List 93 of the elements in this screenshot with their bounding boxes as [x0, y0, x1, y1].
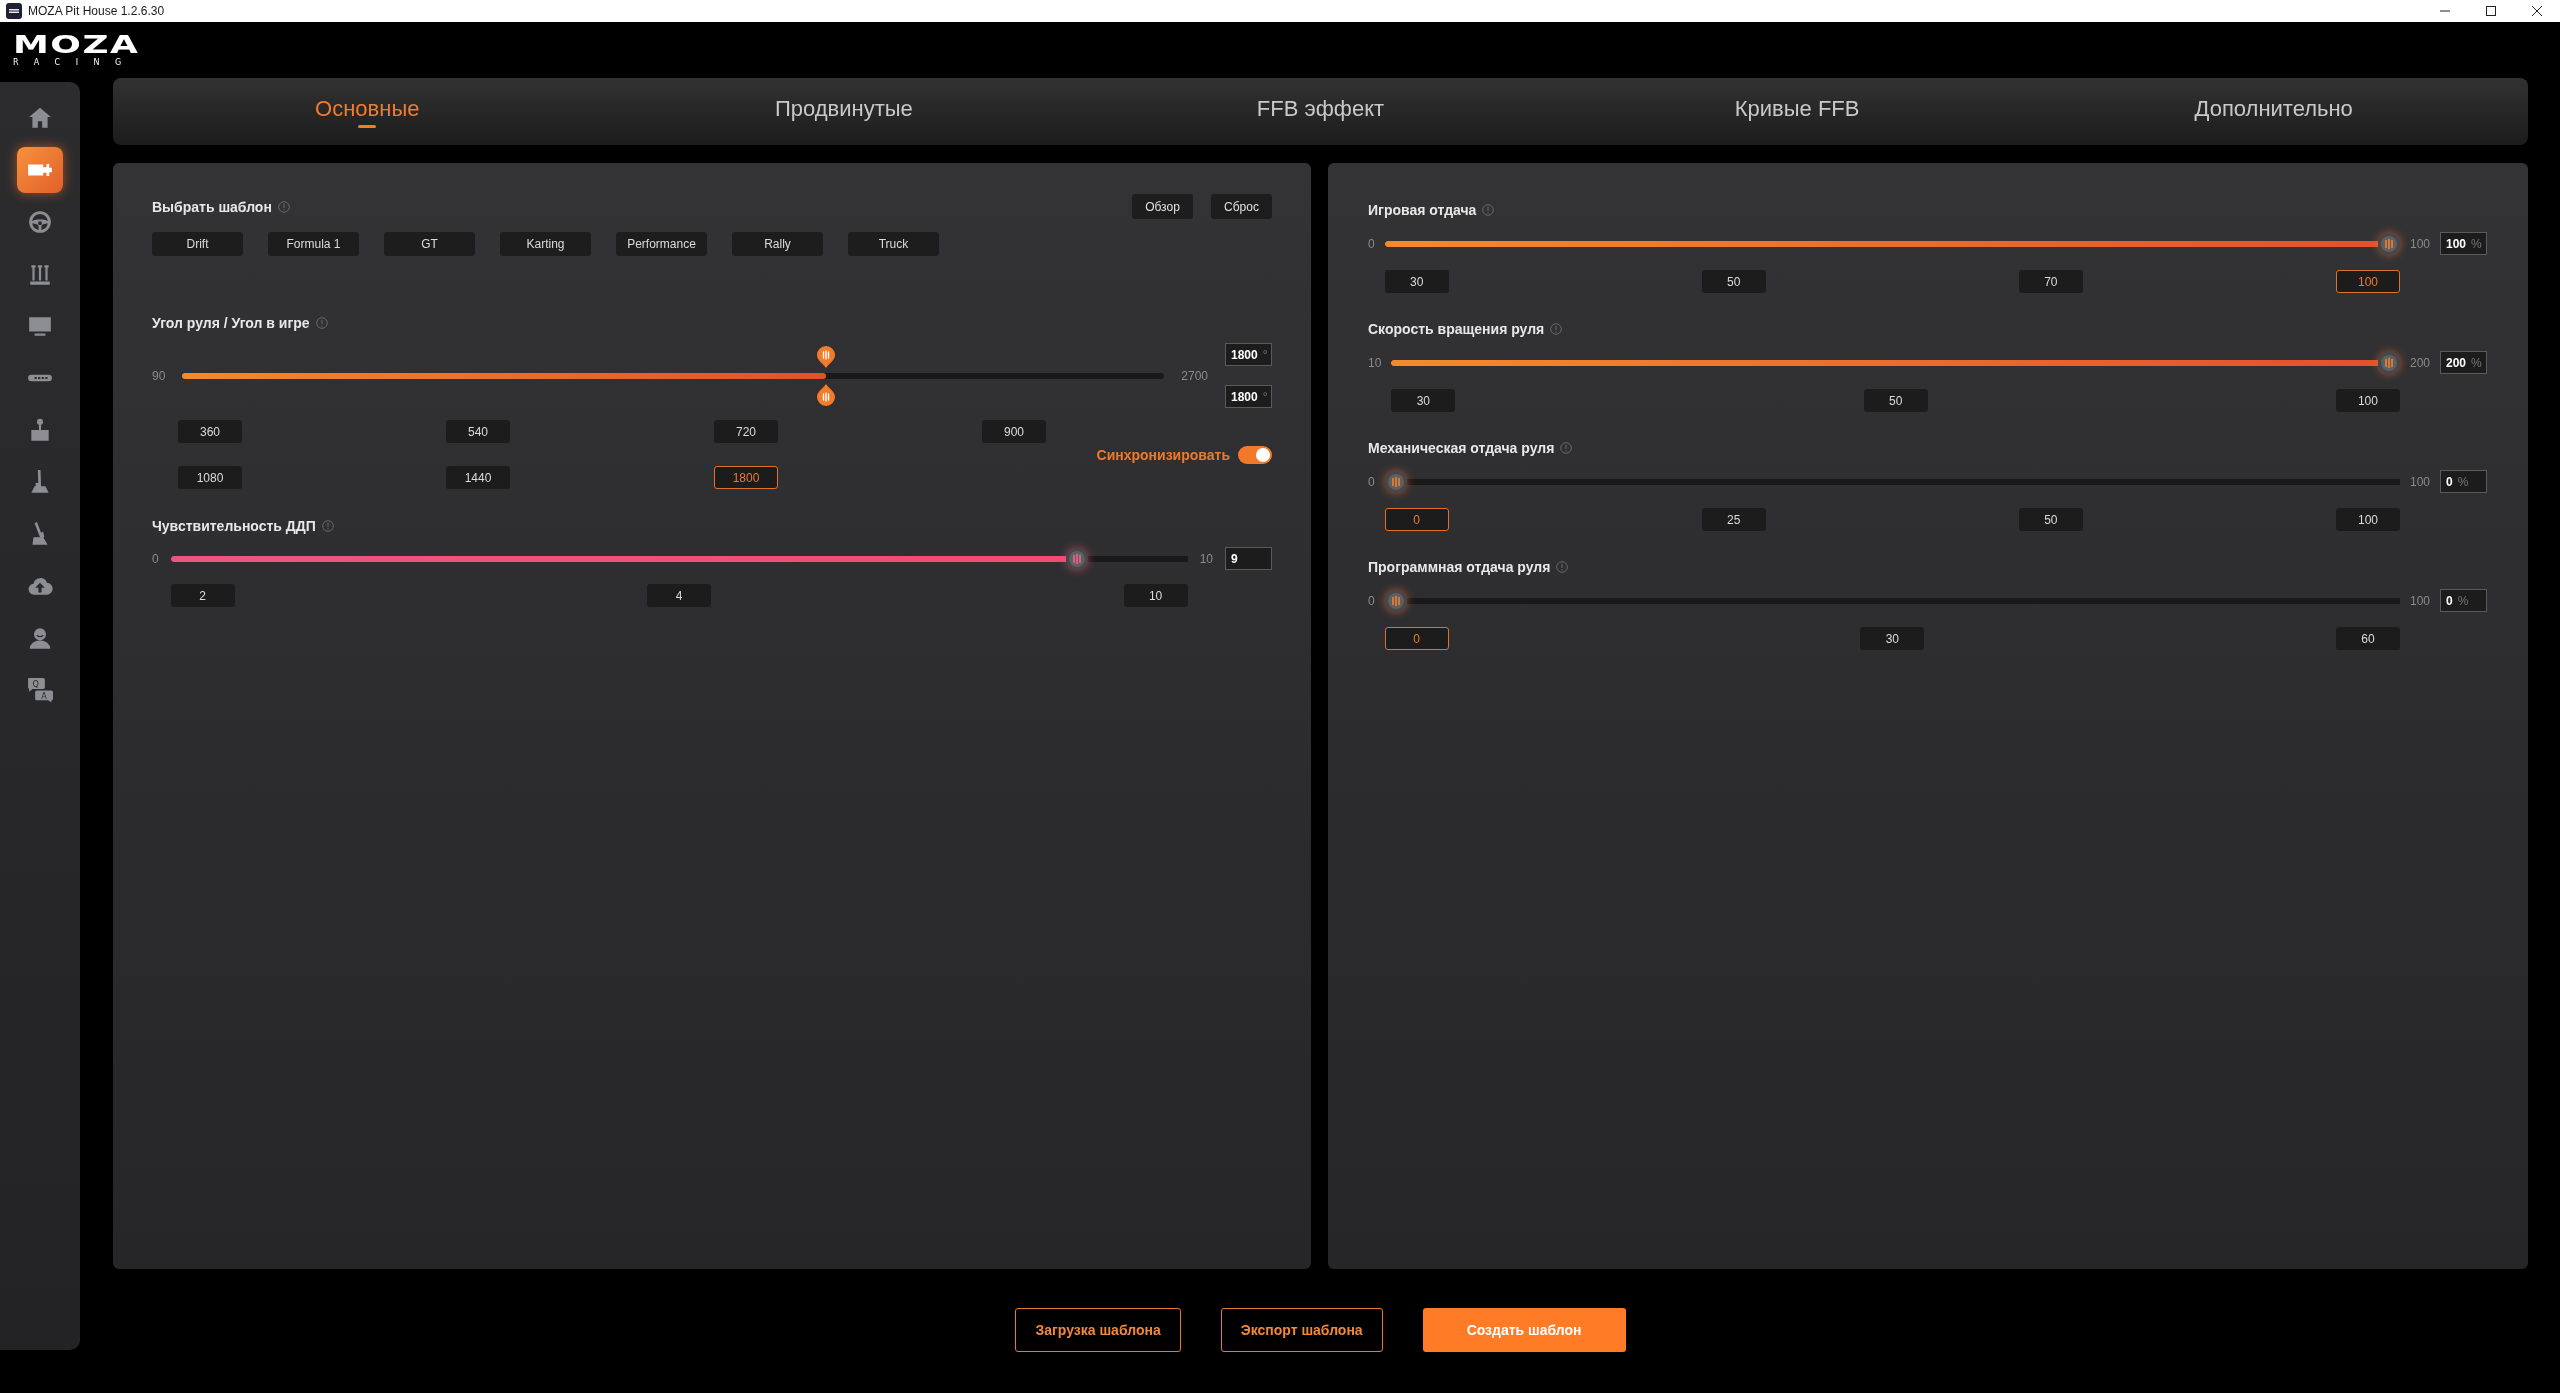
- info-icon: [1556, 561, 1569, 573]
- template-button[interactable]: Performance: [616, 232, 707, 256]
- browse-button[interactable]: Обзор: [1132, 194, 1193, 219]
- value-field[interactable]: 1800 °: [1225, 385, 1272, 408]
- section-label: Скорость вращения руля: [1368, 320, 1545, 338]
- nav-button[interactable]: Q A: [17, 667, 63, 713]
- info-icon: [1560, 442, 1573, 454]
- section-label: Выбрать шаблон: [152, 197, 272, 216]
- logo-tagline: RACING: [13, 58, 137, 67]
- preset-button[interactable]: 1080: [178, 466, 242, 489]
- home-icon: [27, 105, 53, 131]
- preset-button[interactable]: 100: [2335, 508, 2400, 531]
- preset-button[interactable]: 25: [1701, 508, 1766, 531]
- template-button[interactable]: Rally: [732, 232, 823, 256]
- nav-button[interactable]: [17, 147, 63, 193]
- range-max-label: 10: [1199, 551, 1213, 566]
- range-max-label: 2700: [1181, 368, 1208, 383]
- preset-button[interactable]: 360: [178, 420, 242, 443]
- value-field[interactable]: 200 %: [2440, 351, 2487, 374]
- preset-button[interactable]: 60: [2335, 627, 2400, 650]
- range-min-label: 0: [1368, 474, 1375, 489]
- preset-button[interactable]: 30: [1391, 389, 1456, 412]
- preset-button[interactable]: 720: [714, 420, 778, 443]
- preset-button[interactable]: 10: [1123, 584, 1188, 607]
- template-button[interactable]: Truck: [848, 232, 939, 256]
- window-title: MOZA Pit House 1.2.6.30: [28, 3, 166, 20]
- slider-thumb[interactable]: [2377, 232, 2400, 255]
- reset-button[interactable]: Сброс: [1211, 194, 1272, 219]
- template-action-button[interactable]: Загрузка шаблона: [1015, 1308, 1181, 1352]
- section-label: Угол руля / Угол в игре: [152, 314, 310, 332]
- info-icon: [1550, 323, 1563, 335]
- preset-button[interactable]: 50: [2018, 508, 2083, 531]
- range-min-label: 0: [1368, 593, 1375, 608]
- slider-thumb[interactable]: [1384, 589, 1407, 612]
- info-icon: [1482, 204, 1495, 216]
- slider-thumb[interactable]: [1384, 470, 1407, 493]
- preset-button[interactable]: 0: [1384, 627, 1449, 650]
- slider-thumb[interactable]: [1066, 547, 1089, 570]
- section-label: Механическая отдача руля: [1368, 439, 1555, 457]
- sync-label: Синхронизировать: [1096, 446, 1230, 463]
- info-icon: [315, 317, 328, 329]
- preset-button[interactable]: 0: [1384, 508, 1449, 531]
- preset-button[interactable]: 1800: [714, 466, 778, 489]
- range-min-label: 90: [152, 368, 166, 383]
- preset-button[interactable]: 2: [170, 584, 235, 607]
- template-button[interactable]: Karting: [500, 232, 591, 256]
- tab[interactable]: Кривые FFB: [1728, 95, 1866, 128]
- preset-button[interactable]: 4: [647, 584, 712, 607]
- steering-wheel-icon: [27, 209, 53, 235]
- template-button[interactable]: Drift: [152, 232, 243, 256]
- section-label: Игровая отдача: [1368, 201, 1477, 219]
- range-max-label: 100: [2409, 236, 2430, 251]
- range-max-label: 200: [2409, 355, 2430, 370]
- section-label: Программная отдача руля: [1368, 558, 1551, 576]
- template-action-button[interactable]: Экспорт шаблона: [1220, 1308, 1383, 1352]
- tab[interactable]: FFB эффект: [1250, 95, 1391, 128]
- logo-wordmark: MOZA: [13, 35, 140, 55]
- value-field[interactable]: 1800 °: [1225, 343, 1272, 366]
- preset-button[interactable]: 50: [1701, 270, 1766, 293]
- slider-handle[interactable]: [816, 345, 835, 368]
- value-field[interactable]: 0 %: [2440, 589, 2487, 612]
- preset-button[interactable]: 30: [1384, 270, 1449, 293]
- preset-button[interactable]: 70: [2018, 270, 2083, 293]
- value-field[interactable]: 9: [1225, 547, 1272, 570]
- app-icon: [6, 3, 22, 19]
- preset-button[interactable]: 100: [2335, 270, 2400, 293]
- range-min-label: 0: [1368, 236, 1375, 251]
- tab[interactable]: Дополнительно: [2188, 95, 2359, 128]
- range-min-label: 0: [152, 551, 159, 566]
- info-icon: [321, 520, 334, 532]
- tab[interactable]: Основные: [309, 95, 426, 128]
- preset-button[interactable]: 30: [1860, 627, 1925, 650]
- maximize-icon: [2486, 6, 2496, 16]
- value-field[interactable]: 0 %: [2440, 470, 2487, 493]
- slider-thumb[interactable]: [2377, 351, 2400, 374]
- range-min-label: 10: [1368, 355, 1382, 370]
- template-button[interactable]: Formula 1: [268, 232, 359, 256]
- toggle-switch[interactable]: [1238, 445, 1272, 464]
- preset-button[interactable]: 900: [982, 420, 1046, 443]
- section-label: Чувствительность ДДП: [152, 517, 316, 535]
- slider-handle[interactable]: [816, 383, 835, 406]
- value-field[interactable]: 100 %: [2440, 232, 2487, 255]
- template-button[interactable]: GT: [384, 232, 475, 256]
- close-icon: [2532, 6, 2542, 16]
- preset-button[interactable]: 50: [1863, 389, 1928, 412]
- range-max-label: 100: [2409, 474, 2430, 489]
- range-max-label: 100: [2409, 593, 2430, 608]
- tab[interactable]: Продвинутые: [768, 95, 919, 128]
- preset-button[interactable]: 100: [2335, 389, 2400, 412]
- preset-button[interactable]: 1440: [446, 466, 510, 489]
- user-icon: [27, 625, 53, 651]
- preset-button[interactable]: 540: [446, 420, 510, 443]
- info-icon: [277, 200, 290, 213]
